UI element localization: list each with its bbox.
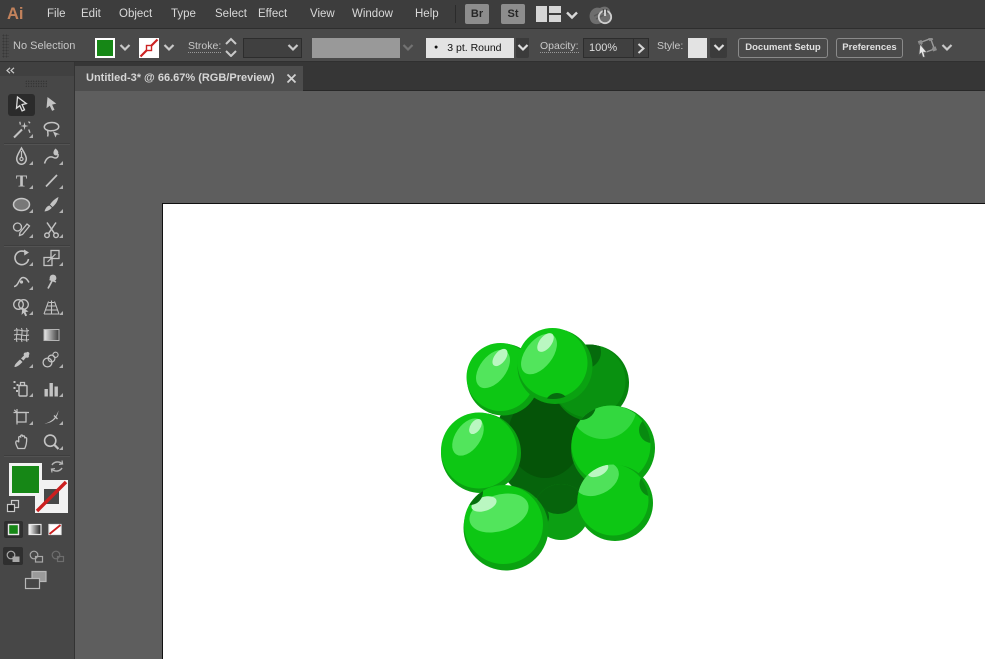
- svg-text:T: T: [16, 172, 28, 191]
